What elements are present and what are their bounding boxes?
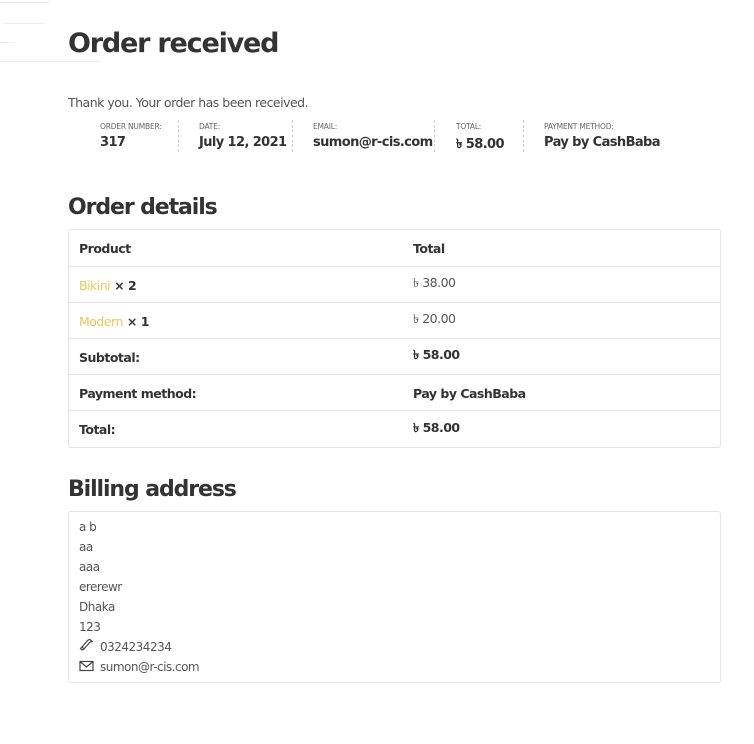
order-total-value: ৳ 58.00: [456, 137, 505, 152]
overview-divider: [523, 120, 524, 152]
total-value: ৳ 58.00: [413, 419, 460, 435]
address-line: aa: [79, 540, 93, 554]
table-row: Bikini × 2 ৳ 38.00: [69, 266, 720, 303]
line-total: ৳ 38.00: [413, 275, 456, 290]
billing-phone-value: 0324234234: [100, 640, 172, 654]
order-date-label: DATE:: [199, 122, 221, 131]
phone-icon: [79, 638, 94, 658]
order-number-value: 317: [100, 135, 126, 150]
billing-phone: 0324234234: [79, 637, 172, 658]
order-number-label: ORDER NUMBER:: [100, 122, 162, 131]
subtotal-row: Subtotal: ৳ 58.00: [69, 338, 720, 375]
subtotal-label: Subtotal:: [79, 349, 140, 365]
payment-method-row-label: Payment method:: [79, 385, 197, 401]
subtotal-value: ৳ 58.00: [413, 347, 460, 362]
product-cell: Modern × 1: [79, 303, 149, 339]
overview-divider: [434, 120, 435, 152]
total-label: Total:: [79, 422, 116, 437]
total-column-header: Total: [413, 240, 445, 256]
billing-email: sumon@r-cis.com: [79, 657, 200, 678]
product-quantity: × 2: [114, 277, 137, 293]
table-row: Modern × 1 ৳ 20.00: [69, 302, 720, 339]
order-number: ORDER NUMBER: 317: [100, 120, 162, 154]
product-link-modern[interactable]: Modern: [79, 314, 123, 329]
payment-method-row-value: Pay by CashBaba: [413, 385, 526, 401]
order-email-value: sumon@r-cis.com: [313, 135, 433, 150]
order-date-value: July 12, 2021: [199, 135, 287, 150]
billing-address: a b aa aaa ererewr Dhaka 123 0324234234 …: [68, 511, 721, 683]
order-email: EMAIL: sumon@r-cis.com: [313, 120, 433, 154]
order-total-label: TOTAL:: [456, 122, 482, 131]
payment-method-row: Payment method: Pay by CashBaba: [69, 374, 720, 411]
address-line: 123: [79, 620, 101, 634]
product-link-bikini[interactable]: Bikini: [79, 278, 111, 293]
order-date: DATE: July 12, 2021: [199, 120, 287, 154]
overview-divider: [178, 120, 179, 152]
overview-divider: [292, 120, 293, 152]
billing-address-title: Billing address: [68, 477, 237, 502]
order-payment-method: PAYMENT METHOD: Pay by CashBaba: [544, 120, 661, 154]
payment-method-label: PAYMENT METHOD:: [544, 122, 614, 131]
address-line: aaa: [79, 560, 100, 574]
page-title: Order received: [68, 28, 279, 59]
billing-email-value: sumon@r-cis.com: [100, 660, 200, 674]
order-overview: ORDER NUMBER: 317 DATE: July 12, 2021 EM…: [68, 120, 721, 154]
line-total: ৳ 20.00: [413, 311, 456, 326]
envelope-icon: [79, 658, 94, 678]
order-total: TOTAL: ৳ 58.00: [456, 120, 505, 154]
table-header-row: Product Total: [69, 230, 720, 266]
address-line: a b: [79, 520, 97, 534]
payment-method-value: Pay by CashBaba: [544, 135, 661, 150]
order-details-title: Order details: [68, 195, 218, 220]
order-details-table: Product Total Bikini × 2 ৳ 38.00 Modern …: [68, 229, 721, 448]
product-cell: Bikini × 2: [79, 267, 137, 303]
address-line: Dhaka: [79, 600, 115, 614]
product-column-header: Product: [79, 240, 131, 256]
order-email-label: EMAIL:: [313, 122, 338, 131]
product-quantity: × 1: [126, 313, 150, 329]
thank-you-message: Thank you. Your order has been received.: [68, 95, 309, 110]
total-row: Total: ৳ 58.00: [69, 410, 720, 448]
address-line: ererewr: [79, 580, 122, 594]
